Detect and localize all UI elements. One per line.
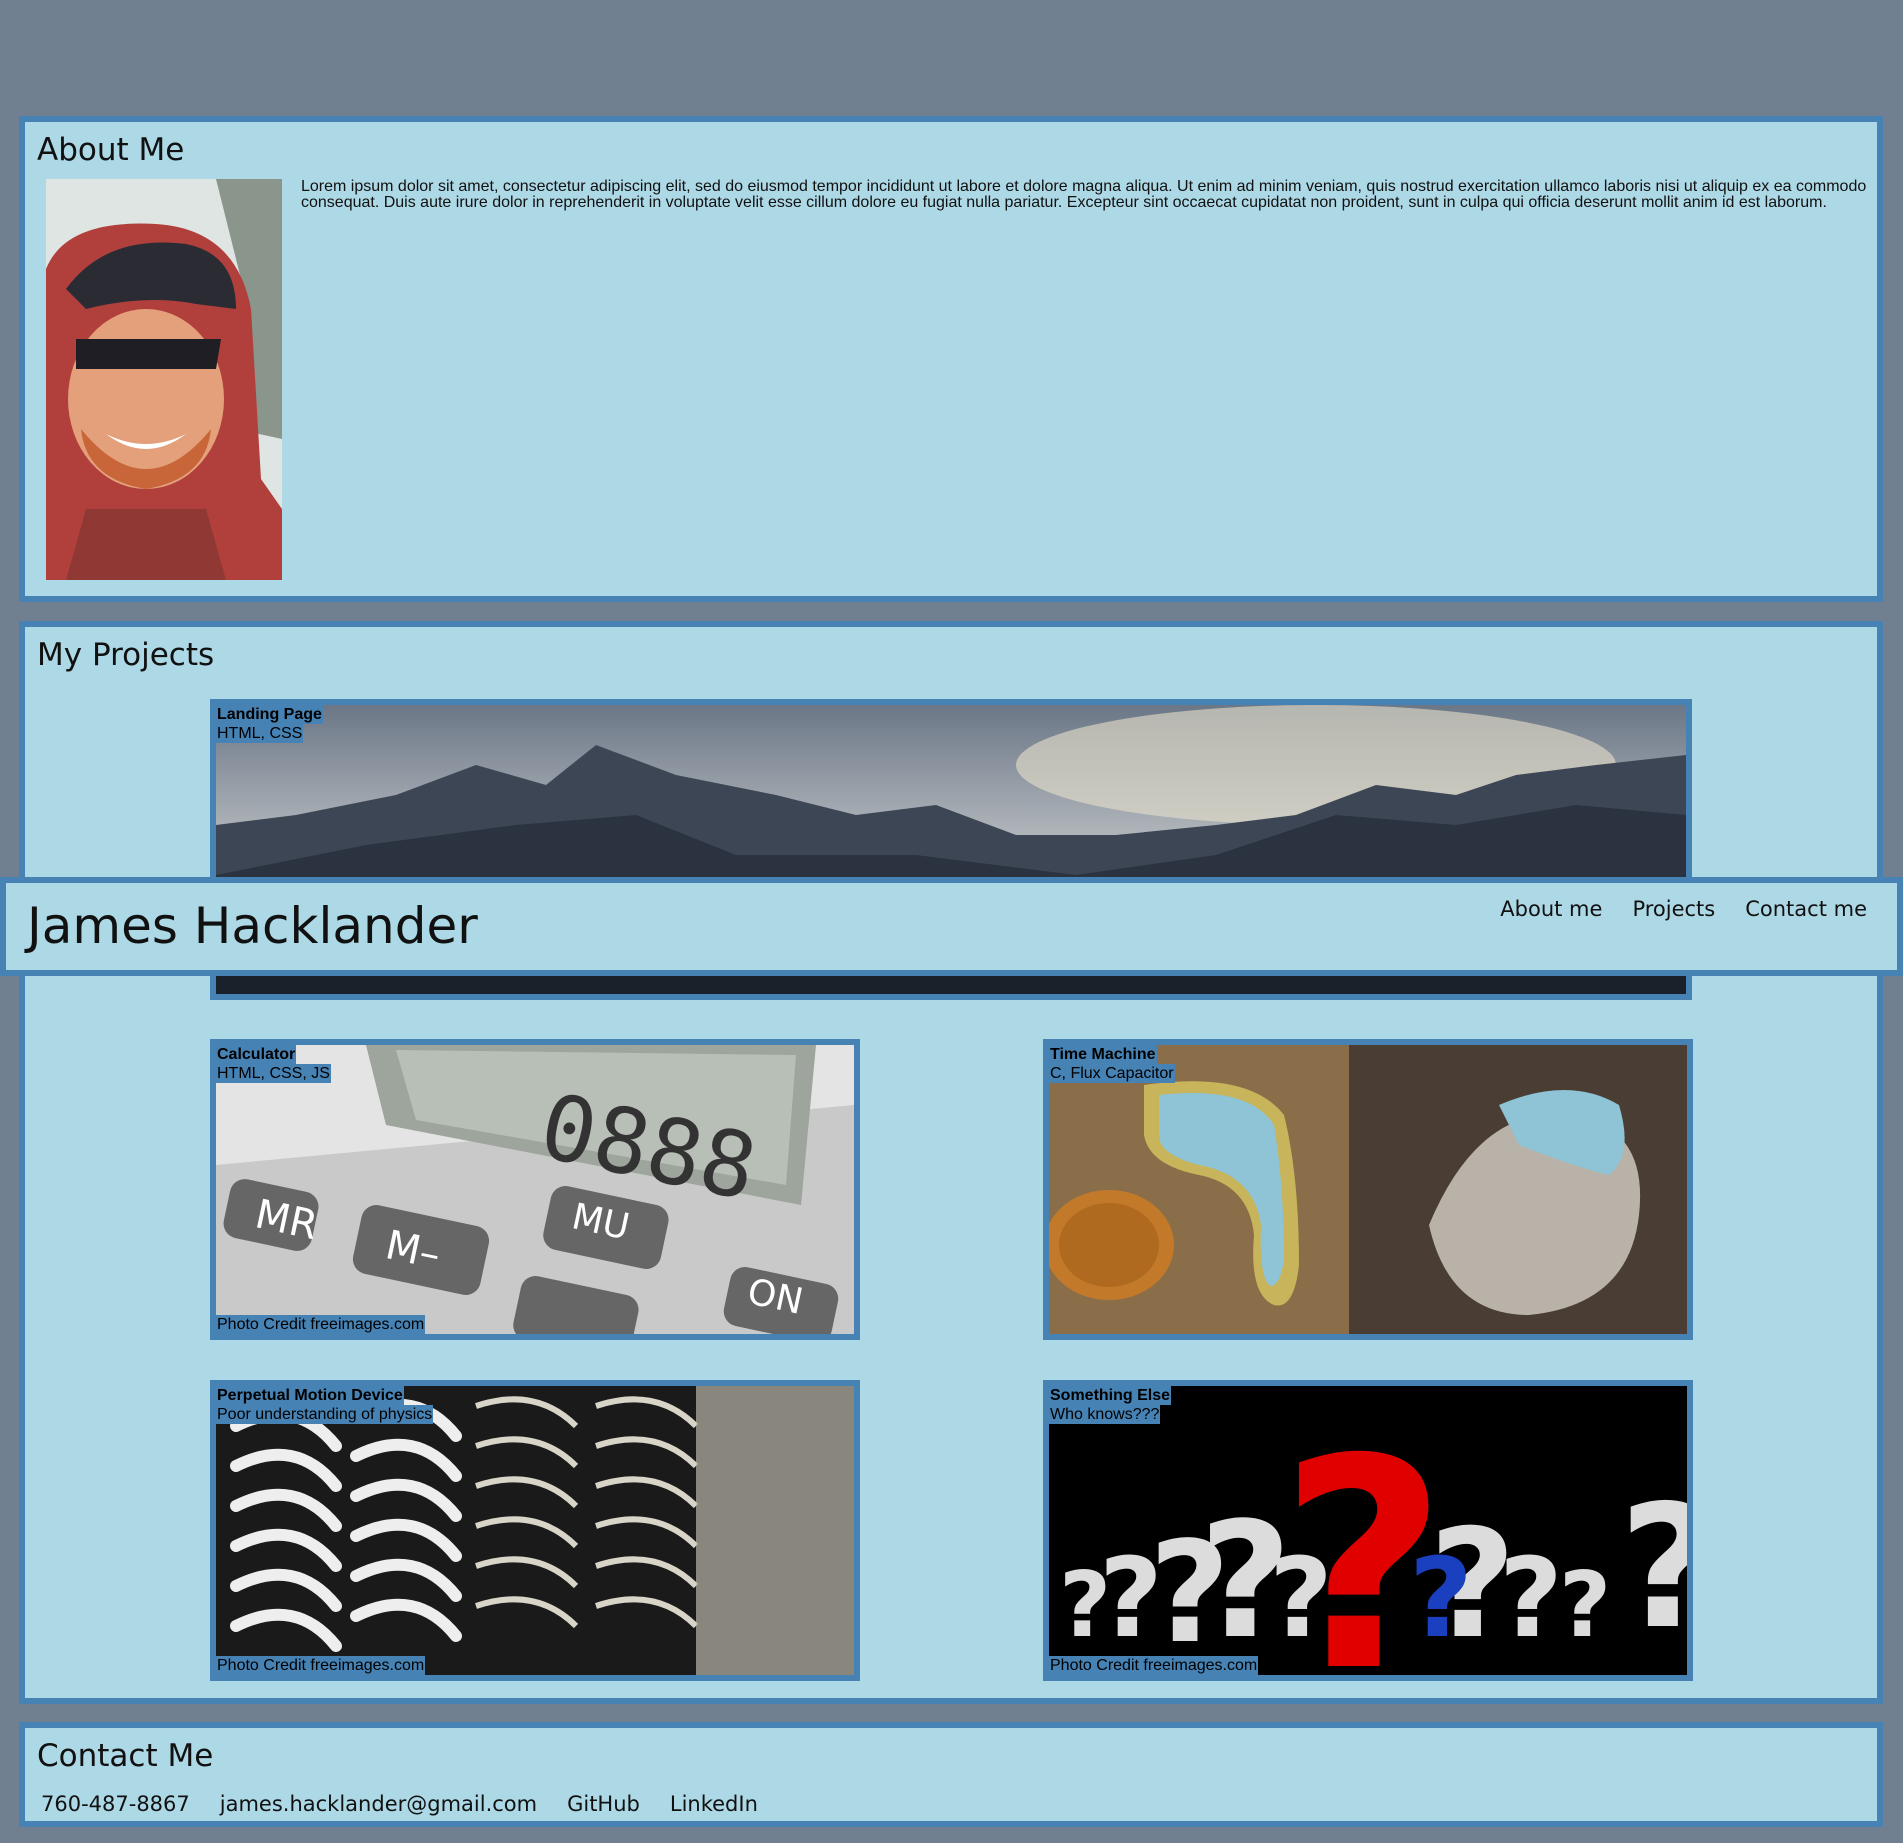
site-header: James Hacklander About me Projects Conta…: [0, 877, 1903, 976]
contact-heading: Contact Me: [37, 1738, 214, 1774]
project-tech: HTML, CSS: [216, 724, 304, 743]
nav-projects-link[interactable]: Projects: [1632, 897, 1715, 921]
project-title: Perpetual Motion Device: [216, 1386, 404, 1405]
project-card-time-machine[interactable]: Time Machine C, Flux Capacitor: [1043, 1039, 1693, 1340]
svg-text:?: ?: [1619, 1469, 1687, 1667]
project-title: Landing Page: [216, 705, 323, 724]
project-title: Something Else: [1049, 1386, 1172, 1405]
about-heading: About Me: [37, 132, 185, 168]
project-tech: C, Flux Capacitor: [1049, 1064, 1175, 1083]
project-card-calculator[interactable]: 0888 MR M– MU ON Calculator HTML, CSS, J…: [210, 1039, 860, 1340]
profile-photo: [46, 179, 282, 580]
contact-section: Contact Me 760-487-8867 james.hacklander…: [19, 1722, 1883, 1827]
project-tech: Who knows???: [1049, 1405, 1161, 1424]
svg-text:?: ?: [1409, 1534, 1473, 1662]
about-text: Lorem ipsum dolor sit amet, consectetur …: [301, 178, 1867, 211]
project-tech: HTML, CSS, JS: [216, 1064, 331, 1083]
spiral-image: [216, 1386, 854, 1675]
project-title: Time Machine: [1049, 1045, 1157, 1064]
photo-credit: Photo Credit freeimages.com: [216, 1315, 426, 1334]
project-tech: Poor understanding of physics: [216, 1405, 434, 1424]
photo-credit: Photo Credit freeimages.com: [1049, 1656, 1259, 1675]
phone-link[interactable]: 760-487-8867: [41, 1792, 190, 1816]
about-section: About Me Lorem ipsum dolor sit amet, con…: [19, 116, 1883, 602]
svg-text:?: ?: [1499, 1534, 1563, 1662]
calculator-image: 0888 MR M– MU ON: [216, 1045, 854, 1334]
projects-heading: My Projects: [37, 637, 215, 673]
question-marks-image: ? ? ? ? ? ? ? ? ? ? ?: [1049, 1386, 1687, 1675]
project-card-something-else[interactable]: ? ? ? ? ? ? ? ? ? ? ? Something Else Who…: [1043, 1380, 1693, 1681]
project-card-perpetual-motion[interactable]: Perpetual Motion Device Poor understandi…: [210, 1380, 860, 1681]
site-name: James Hacklander: [27, 897, 478, 955]
contact-links: 760-487-8867 james.hacklander@gmail.com …: [41, 1792, 758, 1816]
github-link[interactable]: GitHub: [567, 1792, 640, 1816]
photo-credit: Photo Credit freeimages.com: [216, 1656, 426, 1675]
nav-contact-link[interactable]: Contact me: [1745, 897, 1867, 921]
main-nav: About me Projects Contact me: [1500, 897, 1867, 921]
project-title: Calculator: [216, 1045, 297, 1064]
email-link[interactable]: james.hacklander@gmail.com: [220, 1792, 537, 1816]
melting-clock-image: [1049, 1045, 1687, 1334]
svg-text:?: ?: [1559, 1553, 1611, 1658]
linkedin-link[interactable]: LinkedIn: [670, 1792, 758, 1816]
nav-about-link[interactable]: About me: [1500, 897, 1602, 921]
